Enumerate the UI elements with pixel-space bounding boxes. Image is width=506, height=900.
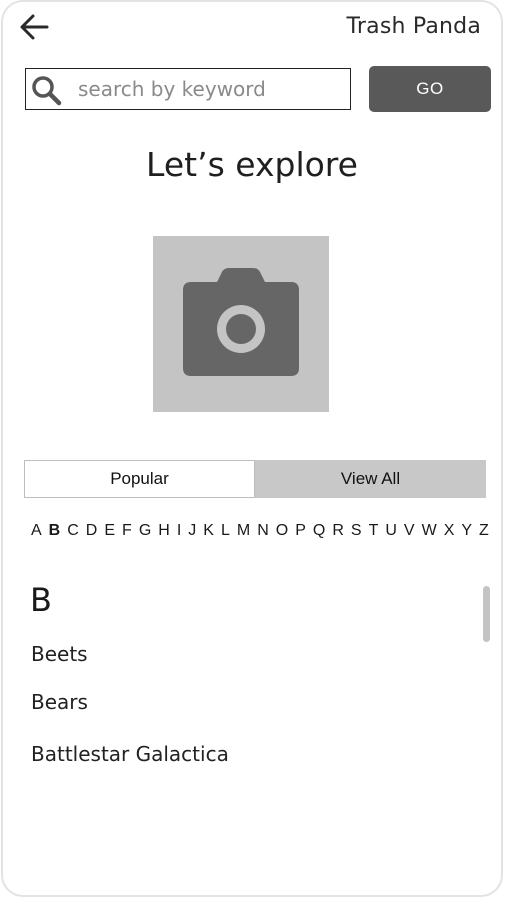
alphabet-letter-s[interactable]: S <box>350 522 363 546</box>
alphabet-letter-y[interactable]: Y <box>460 522 473 546</box>
tab-popular[interactable]: Popular <box>24 460 255 498</box>
search-input[interactable] <box>78 73 343 105</box>
page-title: Let’s explore <box>146 145 358 184</box>
search-icon <box>32 76 62 106</box>
section-letter: B <box>30 581 52 619</box>
alphabet-letter-r[interactable]: R <box>331 522 345 546</box>
alphabet-letter-k[interactable]: K <box>202 522 215 546</box>
alphabet-letter-j[interactable]: J <box>187 522 197 546</box>
alphabet-letter-u[interactable]: U <box>384 522 398 546</box>
back-button[interactable] <box>17 10 51 44</box>
alphabet-letter-t[interactable]: T <box>368 522 380 546</box>
alphabet-letter-h[interactable]: H <box>157 522 171 546</box>
alphabet-letter-c[interactable]: C <box>66 522 80 546</box>
alphabet-letter-o[interactable]: O <box>275 522 289 546</box>
search-row: GO <box>23 66 493 112</box>
alphabet-letter-v[interactable]: V <box>403 522 416 546</box>
alphabet-letter-g[interactable]: G <box>138 522 152 546</box>
scrollbar-thumb[interactable] <box>483 586 490 642</box>
alphabet-letter-e[interactable]: E <box>103 522 116 546</box>
alphabet-letter-i[interactable]: I <box>176 522 182 546</box>
go-button[interactable]: GO <box>369 66 491 112</box>
search-box[interactable] <box>25 68 351 110</box>
tab-bar: Popular View All <box>24 460 486 498</box>
list-item-battlestar-galactica[interactable]: Battlestar Galactica <box>31 742 229 766</box>
alphabet-letter-a[interactable]: A <box>30 522 43 546</box>
list-item-beets[interactable]: Beets <box>31 642 88 666</box>
phone-frame: Trash Panda GO Let’s explore Popular Vie… <box>1 0 503 897</box>
image-placeholder[interactable] <box>153 236 329 412</box>
tab-view-all[interactable]: View All <box>255 460 486 498</box>
alphabet-letter-l[interactable]: L <box>220 522 231 546</box>
camera-icon <box>183 268 299 376</box>
alphabet-letter-p[interactable]: P <box>294 522 307 546</box>
alphabet-index: ABCDEFGHIJKLMNOPQRSTUVWXYZ <box>30 522 490 546</box>
alphabet-letter-q[interactable]: Q <box>312 522 326 546</box>
alphabet-letter-z[interactable]: Z <box>478 522 490 546</box>
alphabet-letter-w[interactable]: W <box>421 522 438 546</box>
alphabet-letter-f[interactable]: F <box>121 522 133 546</box>
list-item-bears[interactable]: Bears <box>31 690 88 714</box>
alphabet-letter-b[interactable]: B <box>48 522 62 546</box>
arrow-left-icon <box>20 14 49 40</box>
alphabet-letter-x[interactable]: X <box>443 522 456 546</box>
alphabet-letter-m[interactable]: M <box>236 522 251 546</box>
top-bar: Trash Panda <box>3 2 501 54</box>
app-title: Trash Panda <box>346 14 481 39</box>
alphabet-letter-n[interactable]: N <box>256 522 270 546</box>
alphabet-letter-d[interactable]: D <box>85 522 99 546</box>
